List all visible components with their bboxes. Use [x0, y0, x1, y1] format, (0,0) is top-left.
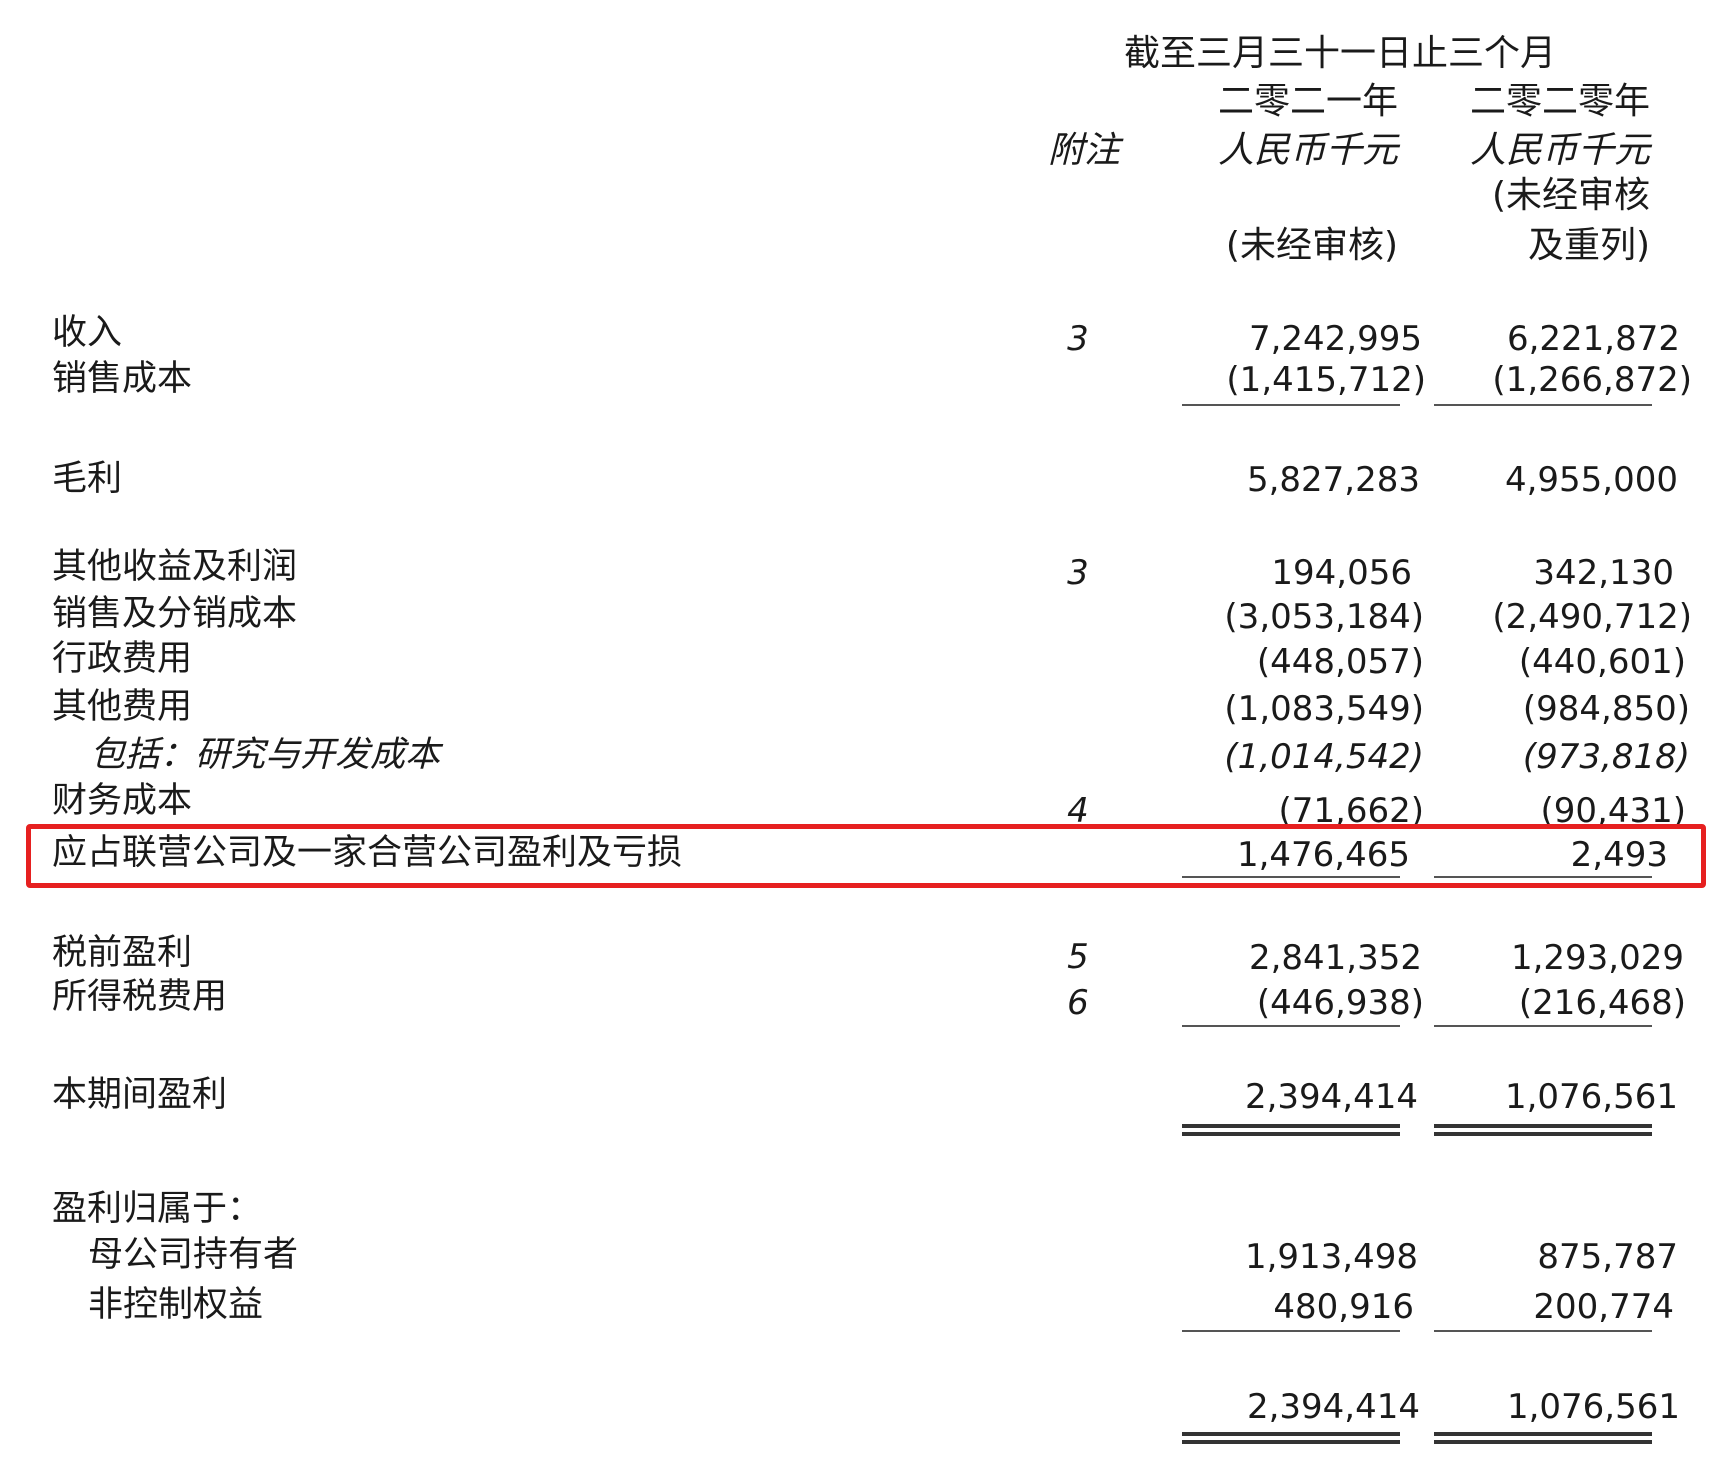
row-label-income-tax: 所得税费用: [52, 977, 228, 1017]
row-label-finance-costs: 财务成本: [52, 781, 193, 821]
row-value-2020-other-expenses: (984,850): [1522, 689, 1690, 729]
row-label-revenue: 收入: [52, 313, 123, 353]
subtotal-rule-2020: [1434, 876, 1652, 878]
row-value-2020-gross-profit: 4,955,000: [1504, 460, 1678, 500]
subtotal-rule-2020: [1434, 404, 1652, 406]
row-label-owners-of-parent: 母公司持有者: [88, 1235, 299, 1275]
row-value-2020-profit-for-period: 1,076,561: [1504, 1077, 1678, 1117]
row-value-2020-revenue: 6,221,872: [1506, 319, 1680, 359]
row-label-gross-profit: 毛利: [52, 459, 123, 499]
row-value-2021-share-of-associates: 1,476,465: [1236, 835, 1410, 875]
row-value-2020-grand-total: 1,076,561: [1506, 1387, 1680, 1427]
row-label-cost-of-sales: 销售成本: [52, 359, 193, 399]
row-label-non-controlling: 非控制权益: [88, 1285, 264, 1325]
subtotal-rule-2020: [1434, 1330, 1652, 1332]
row-value-2020-other-income: 342,130: [1533, 553, 1674, 593]
row-label-attributable-to: 盈利归属于：: [52, 1189, 263, 1229]
subtotal-rule-2021: [1182, 404, 1400, 406]
subtotal-rule-2021: [1182, 1330, 1400, 1332]
row-label-rnd-costs: 包括：研究与开发成本: [90, 735, 441, 775]
row-value-2021-selling-distribution: (3,053,184): [1224, 597, 1424, 637]
row-value-2021-non-controlling: 480,916: [1273, 1287, 1414, 1327]
row-value-2021-admin-expenses: (448,057): [1256, 642, 1424, 682]
row-value-2021-grand-total: 2,394,414: [1246, 1387, 1420, 1427]
row-note-finance-costs: 4: [1067, 791, 1089, 831]
row-value-2021-rnd-costs: (1,014,542): [1224, 737, 1424, 777]
subtotal-rule-2021: [1182, 876, 1400, 878]
row-value-2021-other-expenses: (1,083,549): [1224, 689, 1424, 729]
row-value-2021-profit-for-period: 2,394,414: [1244, 1077, 1418, 1117]
total-double-rule-2020: [1434, 1432, 1652, 1444]
row-value-2021-profit-before-tax: 2,841,352: [1248, 938, 1422, 978]
total-double-rule-2021: [1182, 1432, 1400, 1444]
row-value-2020-finance-costs: (90,431): [1540, 791, 1687, 831]
subtotal-rule-2020: [1434, 1025, 1652, 1027]
row-value-2021-revenue: 7,242,995: [1248, 319, 1422, 359]
row-value-2020-cost-of-sales: (1,266,872): [1492, 360, 1692, 400]
row-value-2020-owners-of-parent: 875,787: [1537, 1237, 1678, 1277]
col2-status-line2: 及重列): [1527, 225, 1650, 266]
row-label-profit-for-period: 本期间盈利: [52, 1075, 228, 1115]
total-double-rule-2021: [1182, 1124, 1400, 1136]
row-value-2020-rnd-costs: (973,818): [1522, 737, 1690, 777]
row-note-profit-before-tax: 5: [1067, 937, 1089, 977]
row-note-income-tax: 6: [1067, 983, 1089, 1023]
row-value-2020-share-of-associates: 2,493: [1570, 835, 1668, 875]
row-value-2021-gross-profit: 5,827,283: [1246, 460, 1420, 500]
col2-currency: 人民币千元: [1469, 130, 1650, 171]
col2-year: 二零二零年: [1469, 81, 1650, 122]
row-label-selling-distribution: 销售及分销成本: [52, 594, 298, 634]
total-double-rule-2020: [1434, 1124, 1652, 1136]
row-note-revenue: 3: [1067, 319, 1089, 359]
row-value-2021-owners-of-parent: 1,913,498: [1244, 1237, 1418, 1277]
row-value-2021-income-tax: (446,938): [1256, 983, 1424, 1023]
row-label-profit-before-tax: 税前盈利: [52, 933, 193, 973]
period-header: 截至三月三十一日止三个月: [1123, 33, 1556, 74]
row-value-2021-finance-costs: (71,662): [1278, 791, 1425, 831]
row-value-2020-admin-expenses: (440,601): [1518, 642, 1686, 682]
row-value-2021-other-income: 194,056: [1271, 553, 1412, 593]
row-label-other-income: 其他收益及利润: [52, 547, 298, 587]
row-label-admin-expenses: 行政费用: [52, 639, 193, 679]
subtotal-rule-2021: [1182, 1025, 1400, 1027]
row-value-2020-profit-before-tax: 1,293,029: [1510, 938, 1684, 978]
row-value-2021-cost-of-sales: (1,415,712): [1226, 360, 1426, 400]
col2-status-line1: (未经审核: [1491, 175, 1650, 216]
row-value-2020-non-controlling: 200,774: [1533, 1287, 1674, 1327]
row-note-other-income: 3: [1067, 553, 1089, 593]
row-label-share-of-associates: 应占联营公司及一家合营公司盈利及亏损: [52, 833, 683, 873]
row-label-other-expenses: 其他费用: [52, 687, 193, 727]
row-value-2020-income-tax: (216,468): [1518, 983, 1686, 1023]
row-value-2020-selling-distribution: (2,490,712): [1492, 597, 1692, 637]
